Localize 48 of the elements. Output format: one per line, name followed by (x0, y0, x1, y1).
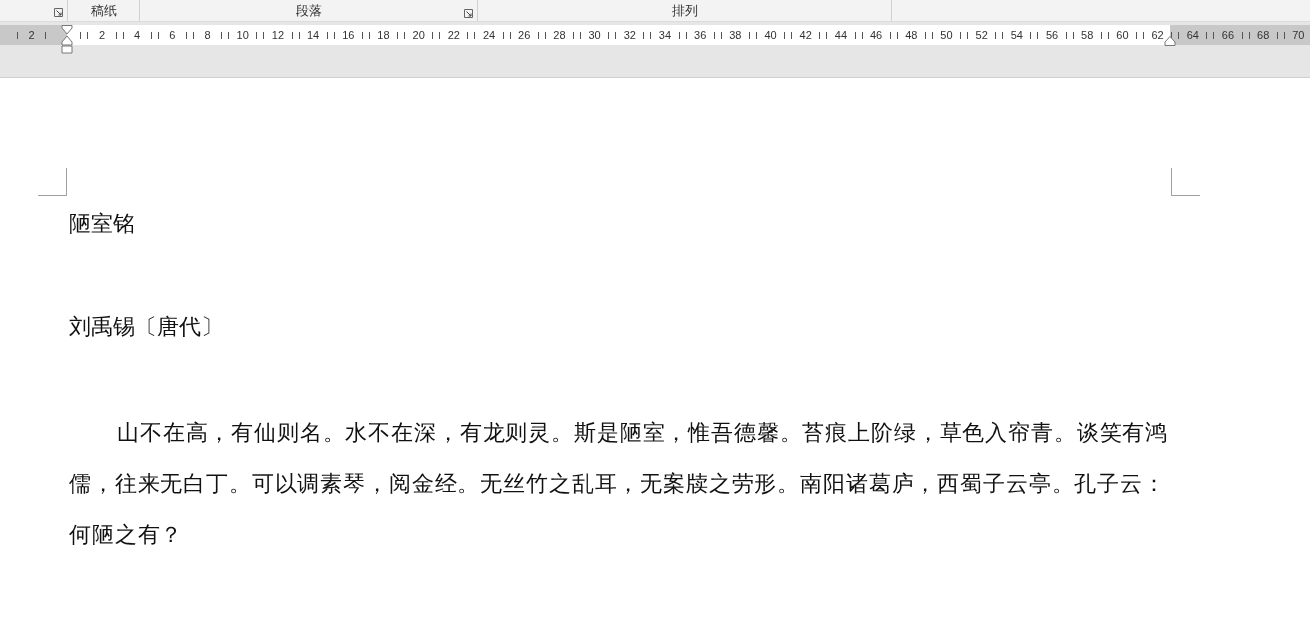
ruler-number: 14 (306, 29, 320, 41)
ruler-number: 66 (1221, 29, 1235, 41)
dialog-launcher-icon[interactable] (54, 8, 63, 17)
ruler-number: 6 (169, 29, 176, 41)
ribbon-group-label: 段落 (295, 1, 322, 20)
ruler-number: 34 (658, 29, 672, 41)
crop-mark (1171, 168, 1200, 196)
ruler-number: 68 (1257, 29, 1270, 41)
ruler-number: 8 (204, 29, 211, 41)
ruler-number: 28 (553, 29, 566, 41)
ruler-number: 70 (1292, 29, 1305, 41)
ruler-number: 48 (905, 29, 918, 41)
ruler-number: 58 (1081, 29, 1094, 41)
ruler-number: 36 (694, 29, 707, 41)
ruler-number: 30 (588, 29, 601, 41)
ruler-number: 12 (271, 29, 285, 41)
ruler-number: 10 (236, 29, 249, 41)
ruler-number: 18 (377, 29, 390, 41)
crop-mark (38, 168, 67, 196)
ruler-number: 46 (869, 29, 883, 41)
poem-title: 陋室铭 (69, 210, 136, 238)
ruler-number: 24 (482, 29, 496, 41)
ruler-number: 2 (98, 29, 106, 41)
ruler-number: 26 (518, 29, 531, 41)
ruler-number: 40 (764, 29, 777, 41)
ruler-number: 4 (134, 29, 141, 41)
poem-paragraph: 山不在高，有仙则名。水不在深，有龙则灵。斯是陋室，惟吾德馨。苔痕上阶绿，草色入帘青。谈笑有鸿儒，往来无白丁。可以调素琴，阅金经。无丝竹之乱耳，无案牍之劳形。南阳诸葛庐，西蜀子云亭。孔子云：何陋之有？ (69, 419, 1170, 549)
ruler-number: 32 (623, 29, 636, 41)
ruler-number: 16 (342, 29, 355, 41)
ribbon-group-label: 排列 (671, 1, 698, 20)
poem-author: 刘禹锡〔唐代〕 (69, 313, 224, 341)
ruler-number: 2 (28, 29, 35, 41)
ribbon-group-label: 稿纸 (90, 1, 117, 20)
ruler-number: 38 (729, 29, 742, 41)
ruler-number: 64 (1186, 29, 1199, 41)
dialog-launcher-icon[interactable] (464, 9, 473, 18)
right-indent-marker-icon[interactable] (1164, 36, 1176, 46)
ruler-number: 52 (975, 29, 988, 41)
ruler-number: 54 (1010, 29, 1023, 41)
ruler-number: 56 (1045, 29, 1059, 41)
ruler-number: 60 (1116, 29, 1129, 41)
ruler-number: 44 (834, 29, 848, 41)
ruler-number: 22 (447, 29, 460, 41)
ruler-number: 62 (1151, 29, 1164, 41)
ruler-number: 42 (799, 29, 812, 41)
indent-marker-icon[interactable] (61, 25, 73, 55)
ruler-number: 50 (940, 29, 953, 41)
ruler-number: 20 (412, 29, 425, 41)
